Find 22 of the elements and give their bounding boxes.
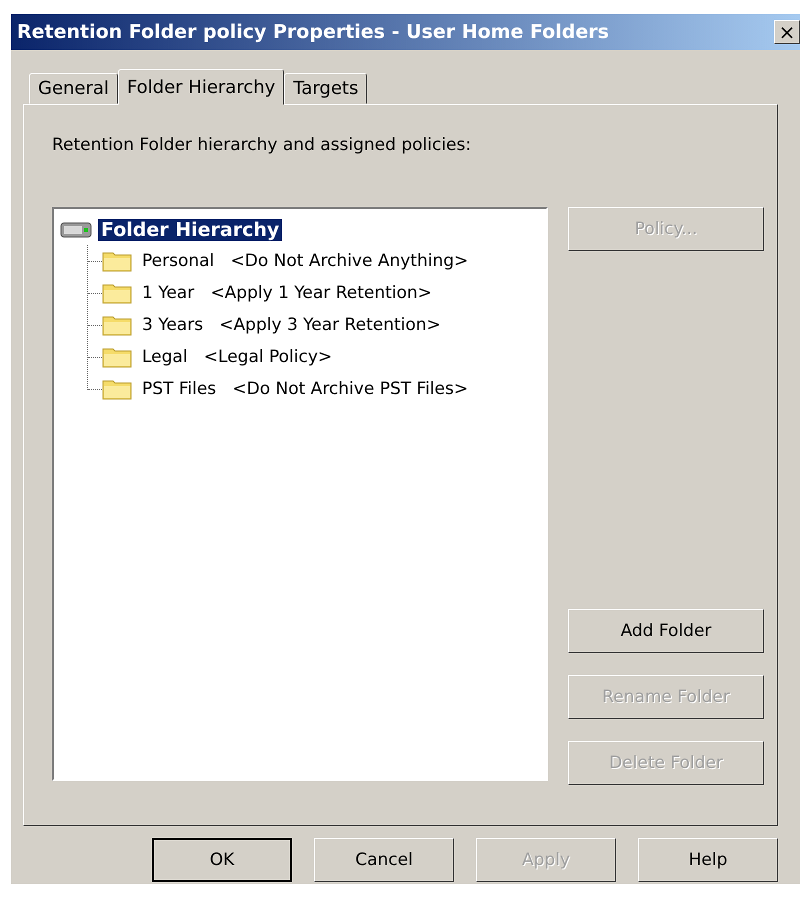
folder-icon xyxy=(102,314,132,336)
tab[interactable]: General xyxy=(29,73,118,104)
folder-icon xyxy=(102,378,132,400)
tab[interactable]: Targets xyxy=(284,73,368,104)
tree-item[interactable]: Personal <Do Not Archive Anything> xyxy=(142,251,468,271)
panel-label: Retention Folder hierarchy and assigned policies: xyxy=(52,135,472,155)
folder-icon xyxy=(102,282,132,304)
tree-item[interactable]: 1 Year <Apply 1 Year Retention> xyxy=(142,283,432,303)
folder-icon xyxy=(102,250,132,272)
tree-item[interactable]: PST Files <Do Not Archive PST Files> xyxy=(142,379,468,399)
dialog-button[interactable]: Cancel xyxy=(314,838,454,882)
window-title: Retention Folder policy Properties - User Home Folders xyxy=(17,21,609,43)
close-button[interactable]: × xyxy=(774,20,800,44)
folder-icon xyxy=(102,346,132,368)
drive-icon xyxy=(60,221,92,239)
tree-root[interactable]: Folder Hierarchy xyxy=(98,219,282,241)
tab[interactable]: Folder Hierarchy xyxy=(118,69,284,105)
dialog-button[interactable]: OK xyxy=(152,838,292,882)
folder-button[interactable]: Add Folder xyxy=(568,609,764,653)
dialog-button[interactable]: Help xyxy=(638,838,778,882)
tree-item[interactable]: 3 Years <Apply 3 Year Retention> xyxy=(142,315,441,335)
tree-item[interactable]: Legal <Legal Policy> xyxy=(142,347,332,367)
